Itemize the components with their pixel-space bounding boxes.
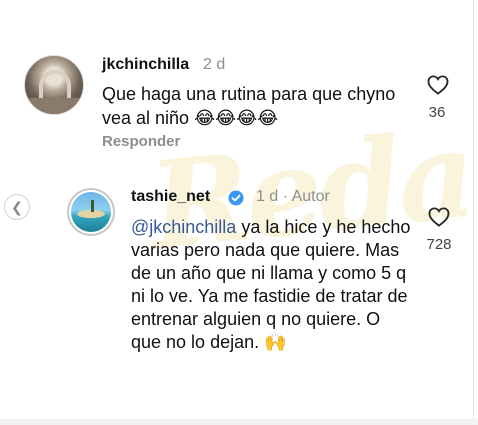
divider [0,419,478,425]
heart-icon[interactable] [428,207,450,227]
comment-text: Que haga una rutina para que chyno vea a… [102,84,396,128]
heart-icon[interactable] [427,75,449,95]
comment-timestamp: 2 d [203,56,226,73]
avatar[interactable] [24,55,84,115]
chevron-left-icon[interactable]: ❮ [4,194,30,220]
divider [473,0,474,425]
comment-timestamp: 1 d · Autor [256,188,330,205]
comment-body: ya la hice y he hecho varias pero nada q… [131,217,411,352]
avatar[interactable] [67,188,115,236]
like-count: 36 [428,104,446,121]
mention-link[interactable]: @jkchinchilla [131,217,236,237]
comment-username[interactable]: jkchinchilla [102,56,189,74]
like-count: 728 [426,236,452,253]
comment-username[interactable]: tashie_net [131,188,210,206]
comment-text: @jkchinchilla ya la hice y he hecho vari… [131,216,411,354]
reply-button[interactable]: Responder [102,133,180,150]
verified-badge-icon [228,190,244,206]
comments-panel: Reda jkchinchilla 2 d Que haga una rutin… [0,0,478,425]
